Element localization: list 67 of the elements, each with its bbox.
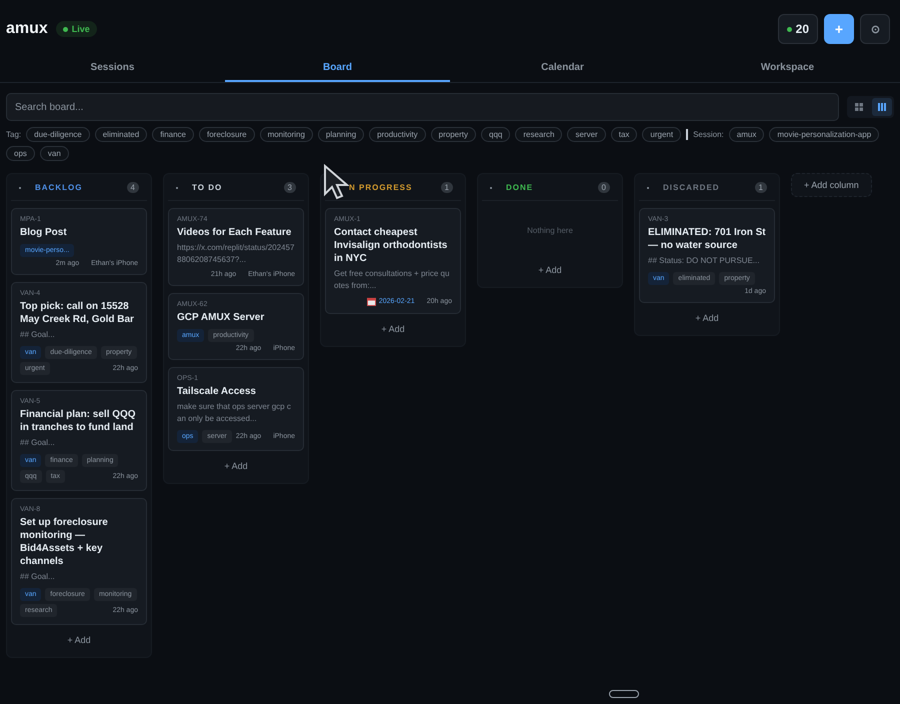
column-count: 1 [440, 182, 453, 193]
card-title: Financial plan: sell QQQ in tranches to fund land [20, 408, 137, 434]
tag-filter-chip[interactable]: eliminated [94, 127, 148, 142]
tag-filter-chip[interactable]: research [515, 127, 562, 142]
card-title: Videos for Each Feature [177, 226, 292, 239]
empty-state-text: Nothing here [526, 225, 574, 237]
column-title: BACKLOG [35, 183, 84, 192]
add-card-button[interactable]: + Add [639, 303, 775, 329]
add-column-button[interactable]: + Add column [791, 173, 872, 197]
column-count: 3 [284, 182, 296, 193]
columns-icon [878, 103, 886, 111]
session-filter-chip[interactable]: van [40, 146, 69, 161]
scroll-handle[interactable] [609, 690, 639, 698]
nav-tab[interactable]: Workspace [675, 54, 900, 82]
tag-filter-chip[interactable]: foreclosure [198, 127, 255, 142]
tag-filter-chip[interactable]: server [567, 127, 606, 142]
nav-tab[interactable]: Sessions [0, 54, 225, 82]
card-title: Set up foreclosure monitoring — Bid4Assets + key channels [20, 516, 109, 568]
tag-filter-chip[interactable]: urgent [642, 127, 682, 142]
card-description: ## Status: DO NOT PURSUE... [648, 255, 760, 267]
add-card-button[interactable]: + Add [482, 255, 618, 281]
card-title: Contact cheapest Invisalign orthodontists in NYC [334, 226, 448, 265]
add-card-button[interactable]: + Add [325, 314, 461, 340]
nav-tab[interactable]: Calendar [450, 54, 675, 82]
tag-filter-chip[interactable]: finance [152, 127, 194, 142]
card-description: ## Goal... [20, 329, 56, 341]
add-card-button[interactable]: + Add [11, 625, 147, 651]
grid-icon [855, 103, 863, 111]
card-title: Blog Post [20, 226, 68, 239]
column-title: DISCARDED [663, 183, 721, 192]
column-count: 0 [598, 182, 610, 193]
view-toggle-button[interactable] [872, 98, 892, 116]
calendar-icon [366, 297, 376, 306]
card-description: ## Goal... [20, 437, 56, 449]
session-filter-label: Session: [693, 130, 724, 139]
tag-filter-label: Tag: [6, 130, 22, 139]
search-field[interactable]: Search board... [6, 93, 839, 121]
card-description: make sure that ops server gcp can only be accessed... [177, 401, 292, 425]
tag-filter-chip[interactable]: tax [610, 127, 638, 142]
live-badge: Live [56, 21, 97, 37]
column-count: 4 [126, 182, 139, 193]
settings-button[interactable] [860, 14, 890, 44]
card-title: GCP AMUX Server [177, 311, 266, 324]
card-description: ## Goal... [20, 571, 56, 583]
session-count-button[interactable]: 20 [778, 14, 818, 44]
column-title: N PROGRESS [349, 183, 414, 192]
card-description: https://x.com/replit/status/2024578806208745637?... [177, 242, 295, 266]
card-title: Top pick: call on 15528 May Creek Rd, Gold Bar [20, 300, 135, 326]
tag-filter-chip[interactable]: qqq [481, 127, 510, 142]
card-title: Tailscale Access [177, 385, 257, 398]
column-count: 1 [754, 182, 767, 193]
card-title: ELIMINATED: 701 Iron St — no water source [648, 226, 766, 252]
column-title: DONE [506, 183, 534, 192]
card-description: Get free consultations + price quotes from:... [334, 268, 450, 292]
session-filter-chip[interactable]: movie-personalization-app [769, 127, 880, 142]
column-title: TO DO [192, 183, 224, 192]
app-name: amux [6, 20, 48, 38]
session-filter-chip[interactable]: amux [728, 127, 764, 142]
nav-tab[interactable]: Board [225, 54, 450, 82]
tag-filter-chip[interactable]: due-diligence [26, 127, 90, 142]
tag-filter-chip[interactable]: planning [318, 127, 364, 142]
tag-filter-chip[interactable]: property [430, 127, 476, 142]
tag-filter-chip[interactable]: monitoring [260, 127, 313, 142]
session-filter-chip[interactable]: ops [6, 146, 35, 161]
add-card-button[interactable]: + Add [168, 451, 304, 477]
tag-filter-chip[interactable]: productivity [369, 127, 426, 142]
settings-icon [870, 24, 880, 34]
